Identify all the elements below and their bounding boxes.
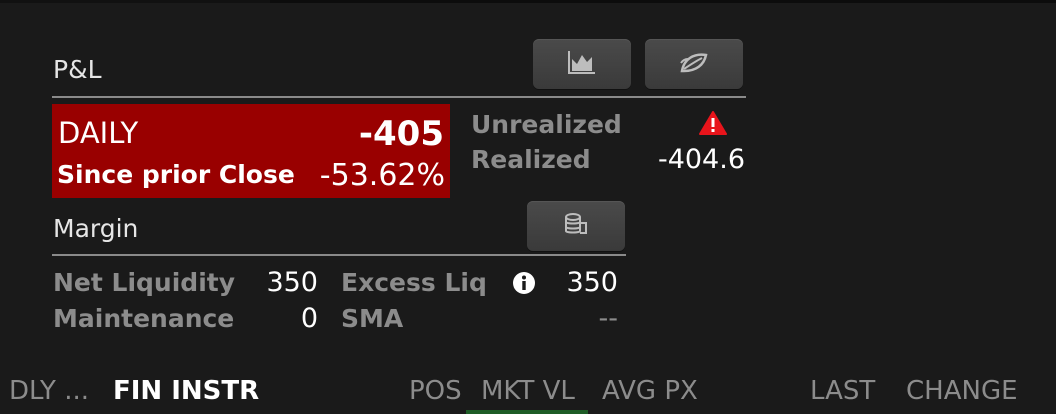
chart-button[interactable] xyxy=(533,39,631,89)
daily-value: -405 xyxy=(358,114,444,154)
since-prior-close-label: Since prior Close xyxy=(57,160,295,189)
column-avg-px[interactable]: AVG PX xyxy=(602,376,698,406)
since-prior-close-value: -53.62% xyxy=(319,158,445,193)
leaf-icon xyxy=(678,49,710,79)
sma-value: -- xyxy=(598,303,619,334)
leaf-button[interactable] xyxy=(645,39,743,89)
daily-pnl-box: DAILY -405 Since prior Close -53.62% xyxy=(52,104,450,198)
unrealized-label: Unrealized xyxy=(471,110,622,139)
pnl-divider xyxy=(52,96,746,98)
column-indicator xyxy=(466,410,588,414)
chart-icon xyxy=(567,49,597,79)
info-icon[interactable] xyxy=(512,271,536,299)
maintenance-value: 0 xyxy=(300,303,318,334)
daily-label: DAILY xyxy=(58,116,139,150)
column-last[interactable]: LAST xyxy=(810,376,875,406)
top-border xyxy=(0,0,1056,3)
column-mkt-vl[interactable]: MKT VL xyxy=(481,376,575,406)
realized-label: Realized xyxy=(471,145,591,174)
column-pos[interactable]: POS xyxy=(409,376,462,406)
coins-icon xyxy=(562,211,590,241)
account-panel: P&L DAILY -405 Since prior Close -53.62%… xyxy=(0,0,1056,414)
warning-icon[interactable] xyxy=(698,110,728,140)
net-liquidity-label: Net Liquidity xyxy=(53,268,236,297)
net-liquidity-value: 350 xyxy=(266,267,318,298)
excess-liq-value: 350 xyxy=(566,267,618,298)
column-change[interactable]: CHANGE xyxy=(906,376,1018,406)
excess-liq-label: Excess Liq xyxy=(341,268,487,297)
column-fin-instr[interactable]: FIN INSTR xyxy=(113,376,259,406)
margin-divider xyxy=(52,254,626,256)
sma-label: SMA xyxy=(341,304,404,333)
maintenance-label: Maintenance xyxy=(53,304,235,333)
margin-title: Margin xyxy=(53,214,139,243)
column-dly[interactable]: DLY ... xyxy=(9,376,89,406)
coins-button[interactable] xyxy=(527,201,625,251)
realized-value: -404.6 xyxy=(657,144,745,175)
pnl-title: P&L xyxy=(53,55,102,84)
